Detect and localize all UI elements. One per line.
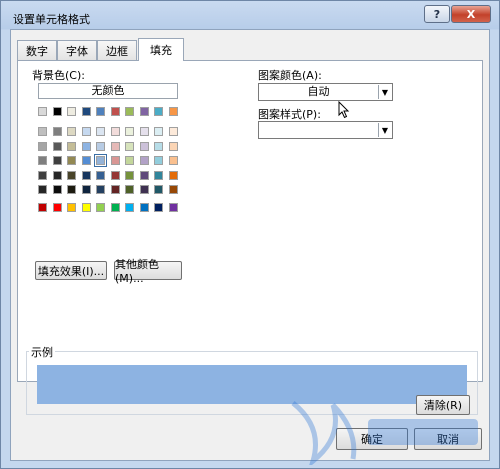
color-swatch-theme-5[interactable] [110,107,120,116]
color-swatch-shade4-2[interactable] [67,185,76,194]
color-swatch-shade4-1[interactable] [52,185,62,194]
color-swatch-shade1-3[interactable] [81,141,91,151]
color-swatch-shade0-1[interactable] [52,127,62,136]
color-swatch-shade2-7[interactable] [139,156,149,165]
color-swatch-shade3-3[interactable] [81,170,91,180]
color-swatch-shade4-0[interactable] [38,185,47,194]
color-swatch-shade4-6[interactable] [125,185,134,194]
color-swatch-theme-8[interactable] [154,107,163,116]
close-button[interactable]: X [451,5,491,23]
color-swatch-shade1-8[interactable] [154,141,163,151]
pattern-color-label: 图案颜色(A): [258,69,322,82]
color-swatch-theme-6[interactable] [125,107,134,116]
color-swatch-shade4-5[interactable] [110,185,120,194]
chevron-down-icon[interactable]: ▼ [378,85,391,99]
color-swatch-shade3-7[interactable] [139,170,149,180]
color-swatch-shade3-0[interactable] [38,170,47,180]
color-swatch-shade2-4[interactable] [94,154,107,167]
clear-button[interactable]: 清除(R) [416,395,470,415]
tab-fill[interactable]: 填充 [138,38,184,61]
color-swatch-shade3-6[interactable] [125,170,134,180]
color-swatch-shade1-2[interactable] [67,141,76,151]
tab-number[interactable]: 数字 [17,40,57,60]
pattern-color-dropdown[interactable]: 自动 ▼ [258,83,393,101]
color-swatch-shade2-8[interactable] [154,156,163,165]
chevron-down-icon[interactable]: ▼ [378,123,391,137]
color-swatch-standard-2[interactable] [67,203,76,212]
color-swatch-shade2-1[interactable] [52,156,62,165]
color-swatch-shade2-2[interactable] [67,156,76,165]
color-swatch-standard-7[interactable] [139,203,149,212]
color-swatch-shade3-2[interactable] [67,170,76,180]
color-swatch-shade4-8[interactable] [154,185,163,194]
sample-preview [37,365,467,404]
color-swatch-shade1-5[interactable] [110,141,120,151]
color-swatch-standard-6[interactable] [125,203,134,212]
color-swatch-shade4-3[interactable] [81,185,91,194]
dialog-client-area: 数字 字体 边框 填充 背景色(C): 无颜色 填充效果(I)... 其他颜色(… [10,29,490,461]
color-swatch-shade3-5[interactable] [110,170,120,180]
background-color-label: 背景色(C): [32,69,85,82]
color-swatch-shade1-0[interactable] [38,141,47,151]
dialog-title: 设置单元格格式 [13,13,90,26]
color-swatch-shade1-1[interactable] [52,141,62,151]
color-swatch-shade3-8[interactable] [154,170,163,180]
color-swatch-shade2-9[interactable] [168,156,178,165]
color-swatch-theme-1[interactable] [52,107,62,116]
color-swatch-standard-4[interactable] [96,203,105,212]
help-button[interactable]: ? [424,5,450,23]
color-swatch-shade3-4[interactable] [96,170,105,180]
color-swatch-theme-7[interactable] [139,107,149,116]
color-swatch-shade0-9[interactable] [168,127,178,136]
color-swatch-shade4-9[interactable] [168,185,178,194]
color-swatch-shade2-3[interactable] [81,156,91,165]
mouse-pointer-icon [338,101,350,119]
color-swatch-standard-9[interactable] [168,203,178,212]
color-swatch-theme-4[interactable] [96,107,105,116]
color-swatch-shade1-9[interactable] [168,141,178,151]
ok-button[interactable]: 确定 [336,428,408,450]
color-swatch-shade0-7[interactable] [139,127,149,136]
color-swatch-theme-0[interactable] [38,107,47,116]
format-cells-dialog: 设置单元格格式 ? X 数字 字体 边框 填充 背景色(C): 无颜色 填充效果… [0,0,500,469]
color-swatch-shade2-0[interactable] [38,156,47,165]
color-swatch-theme-2[interactable] [67,107,76,116]
color-swatch-shade4-4[interactable] [96,185,105,194]
color-swatch-shade0-2[interactable] [67,127,76,136]
color-swatch-shade4-7[interactable] [139,185,149,194]
fill-effects-button[interactable]: 填充效果(I)... [35,261,107,280]
color-swatch-shade0-0[interactable] [38,127,47,136]
more-colors-button[interactable]: 其他颜色(M)... [114,258,182,285]
fill-panel: 背景色(C): 无颜色 填充效果(I)... 其他颜色(M)... 图案颜色(A… [17,60,483,415]
color-swatch-shade1-6[interactable] [125,141,134,151]
color-swatch-shade0-4[interactable] [96,127,105,136]
cancel-button[interactable]: 取消 [414,428,482,450]
color-swatch-theme-9[interactable] [168,107,178,116]
color-swatch-shade1-4[interactable] [96,141,105,151]
sample-group: 示例 [26,344,478,415]
pattern-style-label: 图案样式(P): [258,108,321,121]
color-swatch-standard-8[interactable] [154,203,163,212]
color-swatch-shade0-6[interactable] [125,127,134,136]
color-swatch-shade2-5[interactable] [110,156,120,165]
color-swatch-shade1-7[interactable] [139,141,149,151]
pattern-color-value: 自动 [307,85,330,98]
color-swatch-shade0-3[interactable] [81,127,91,136]
color-swatch-standard-3[interactable] [81,203,91,212]
color-swatch-shade3-1[interactable] [52,170,62,180]
color-swatch-shade0-5[interactable] [110,127,120,136]
tab-border[interactable]: 边框 [97,40,137,60]
color-swatch-shade2-6[interactable] [125,156,134,165]
color-swatch-shade0-8[interactable] [154,127,163,136]
tab-font[interactable]: 字体 [57,40,97,60]
color-swatch-standard-5[interactable] [110,203,120,212]
color-swatch-theme-3[interactable] [81,107,91,116]
color-swatch-shade3-9[interactable] [168,170,178,180]
sample-label: 示例 [29,344,55,360]
color-swatch-standard-0[interactable] [38,203,47,212]
pattern-style-dropdown[interactable]: ▼ [258,121,393,139]
color-swatch-standard-1[interactable] [52,203,62,212]
no-color-button[interactable]: 无颜色 [38,83,178,99]
